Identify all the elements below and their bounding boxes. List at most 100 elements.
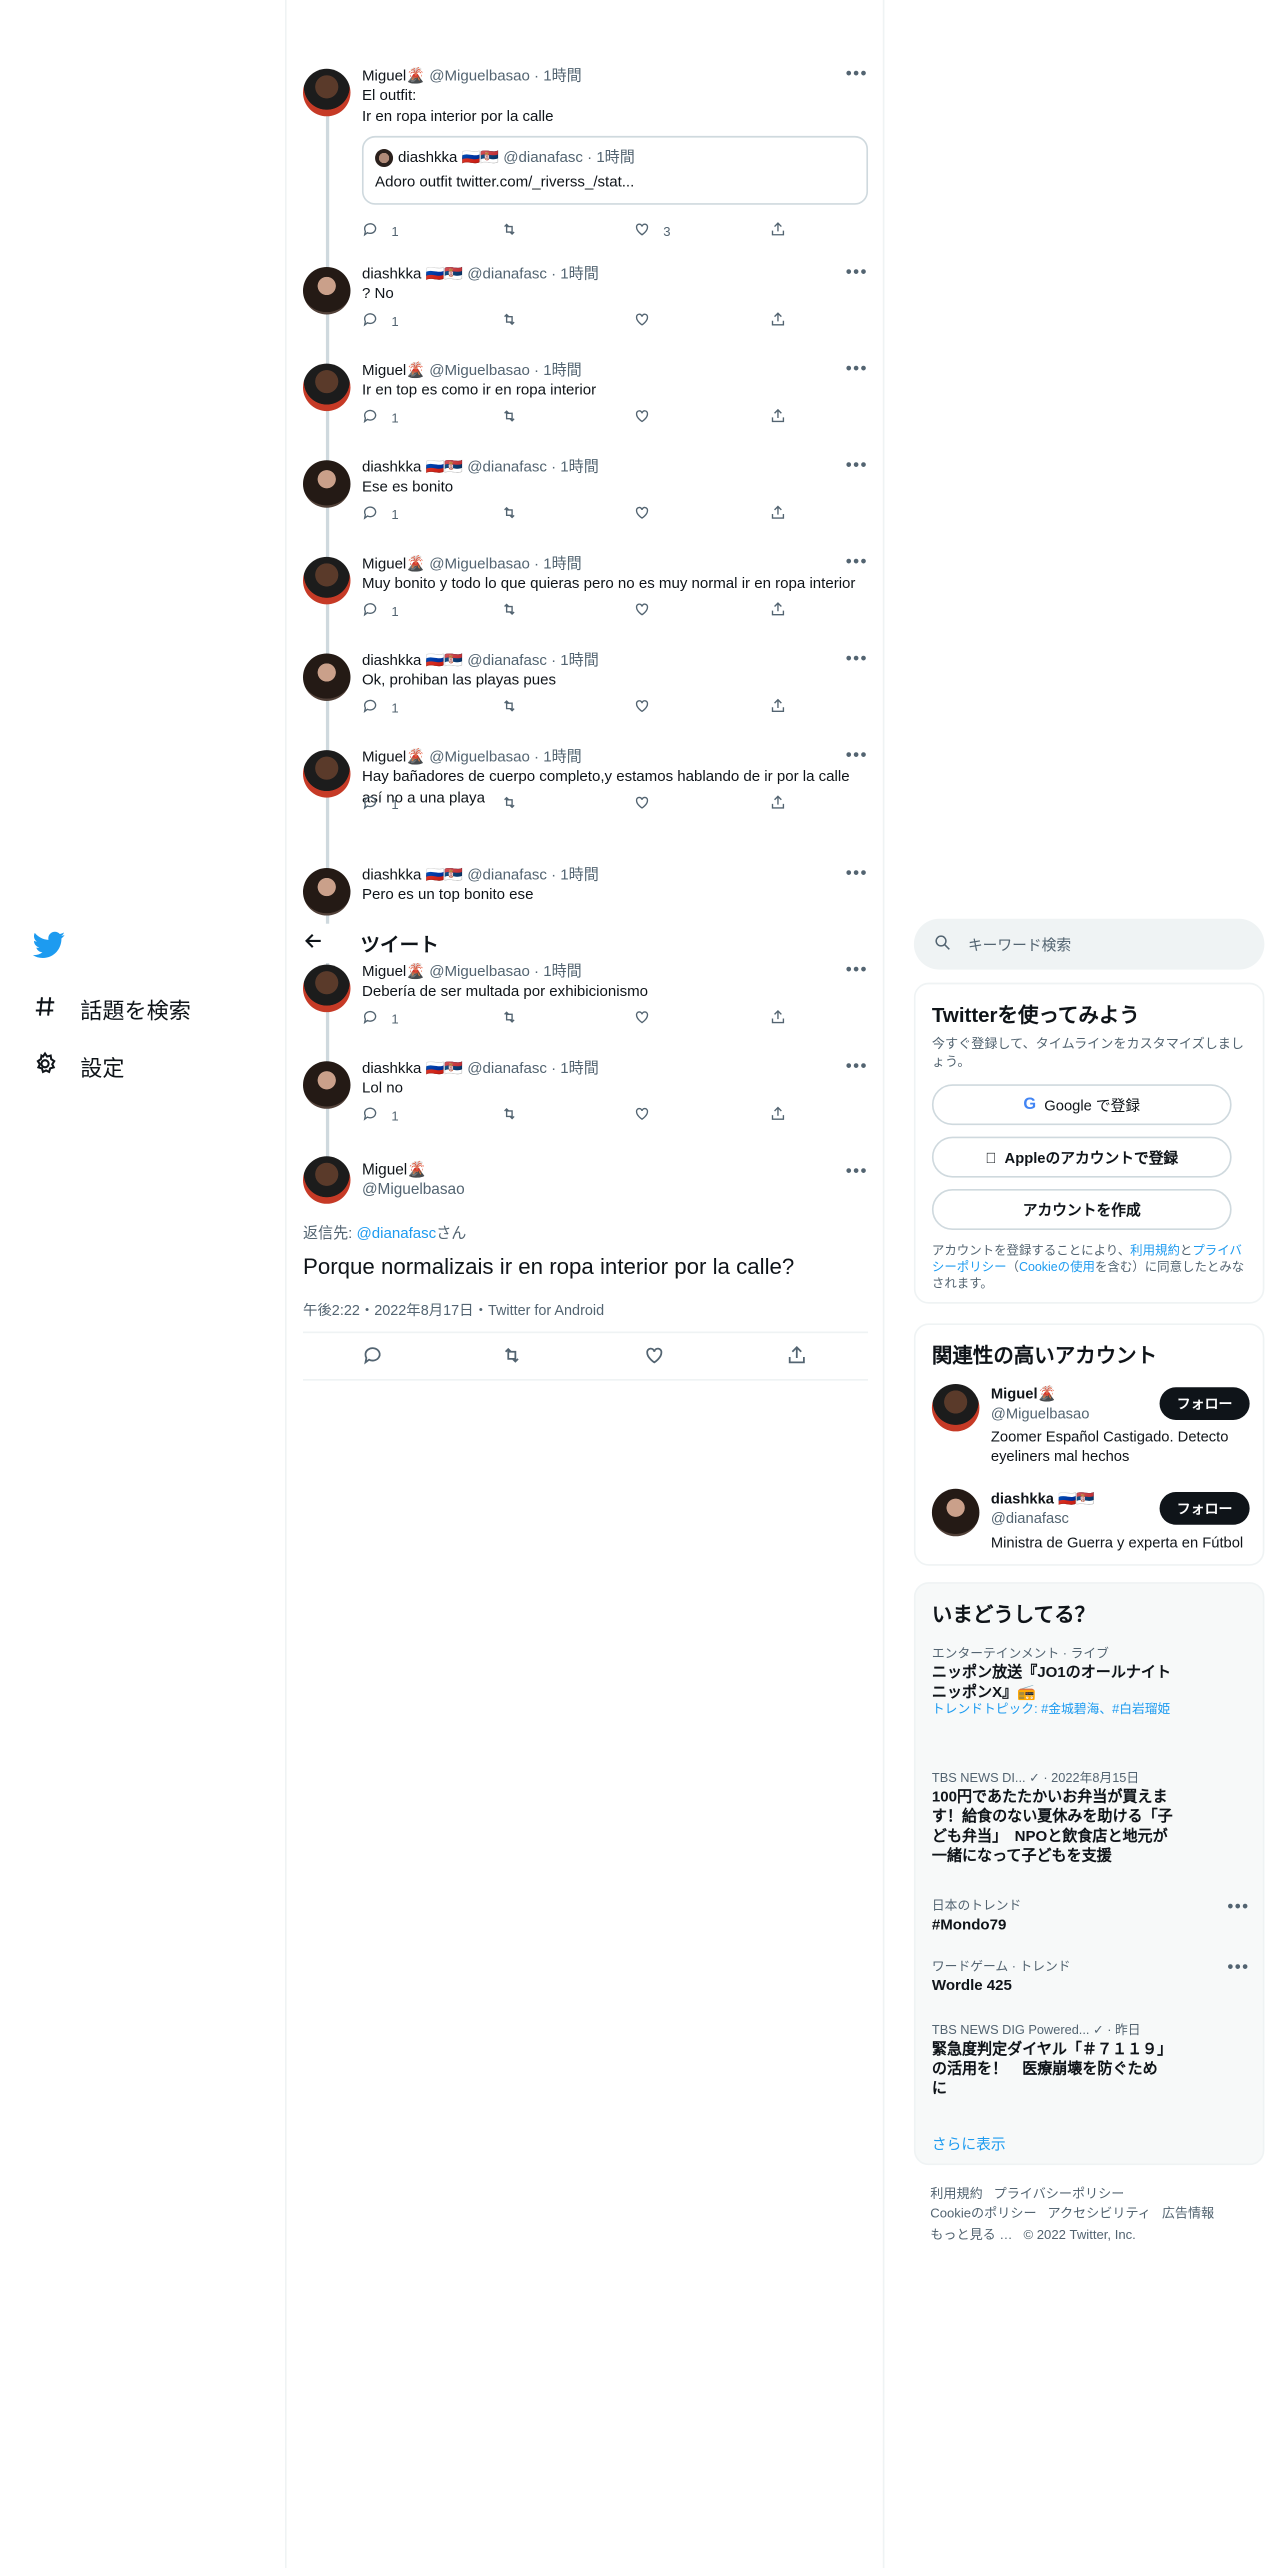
avatar[interactable] bbox=[302, 868, 351, 916]
twitter-logo-icon[interactable] bbox=[32, 929, 66, 962]
cookie-link[interactable]: Cookieの使用 bbox=[1019, 1259, 1095, 1274]
create-account-button[interactable]: アカウントを作成 bbox=[931, 1189, 1232, 1230]
footer-cookie[interactable]: Cookieのポリシー bbox=[930, 2207, 1036, 2222]
footer-accessibility[interactable]: アクセシビリティ bbox=[1048, 2207, 1151, 2222]
focus-handle[interactable]: @Miguelbasao bbox=[362, 1179, 465, 1199]
more-options-icon[interactable]: ••• bbox=[846, 650, 868, 668]
trend-item[interactable]: TBS NEWS DIG Powered... ✓ · 昨日 緊急度判定ダイヤル… bbox=[932, 2023, 1250, 2098]
tweet-handle[interactable]: @dianafasc bbox=[467, 459, 547, 475]
retweet-button[interactable] bbox=[501, 601, 517, 621]
more-options-icon[interactable]: ••• bbox=[846, 1058, 868, 1076]
like-button[interactable] bbox=[634, 408, 663, 428]
tweet-handle[interactable]: @dianafasc bbox=[467, 866, 547, 882]
reply-to-link[interactable]: @dianafasc bbox=[357, 1225, 437, 1241]
more-options-icon[interactable]: ••• bbox=[1228, 1898, 1250, 1916]
retweet-button[interactable] bbox=[501, 504, 517, 524]
more-options-icon[interactable]: ••• bbox=[846, 747, 868, 765]
trend-item[interactable]: TBS NEWS DI... ✓ · 2022年8月15日 100円であたたかい… bbox=[932, 1770, 1250, 1865]
reply-button[interactable]: 1 bbox=[362, 1009, 399, 1029]
tweet-author-name[interactable]: Miguel🌋 bbox=[362, 362, 425, 378]
avatar[interactable] bbox=[931, 1383, 980, 1432]
avatar[interactable] bbox=[302, 68, 351, 117]
more-options-icon[interactable]: ••• bbox=[846, 360, 868, 378]
avatar[interactable] bbox=[302, 556, 351, 605]
reply-button[interactable]: 1 bbox=[362, 221, 399, 241]
retweet-button[interactable] bbox=[501, 1009, 517, 1029]
share-button[interactable] bbox=[770, 601, 786, 621]
tweet-handle[interactable]: @dianafasc bbox=[467, 1060, 547, 1076]
like-button[interactable] bbox=[634, 794, 663, 814]
tweet-handle[interactable]: @dianafasc bbox=[467, 265, 547, 281]
tweet-author-name[interactable]: diashkka 🇷🇺🇷🇸 bbox=[362, 652, 463, 668]
nav-settings[interactable]: 設定 bbox=[33, 1050, 124, 1083]
reply-button[interactable]: 1 bbox=[362, 794, 399, 814]
like-button[interactable] bbox=[634, 1009, 663, 1029]
more-options-icon[interactable]: ••• bbox=[846, 66, 868, 84]
reply-button[interactable]: 1 bbox=[362, 601, 399, 621]
apple-signup-button[interactable]: Appleのアカウントで登録 bbox=[931, 1136, 1232, 1178]
avatar[interactable] bbox=[302, 653, 351, 701]
avatar[interactable] bbox=[302, 964, 351, 1013]
tweet-handle[interactable]: @Miguelbasao bbox=[429, 67, 530, 83]
more-options-icon[interactable]: ••• bbox=[846, 457, 868, 475]
tweet-author-name[interactable]: Miguel🌋 bbox=[362, 748, 425, 764]
tweet-author-name[interactable]: diashkka 🇷🇺🇷🇸 bbox=[362, 1060, 463, 1076]
tweet-author-name[interactable]: diashkka 🇷🇺🇷🇸 bbox=[362, 459, 463, 475]
share-button[interactable] bbox=[770, 504, 786, 524]
retweet-button[interactable] bbox=[501, 1106, 517, 1126]
reply-button[interactable]: 1 bbox=[362, 1106, 399, 1126]
retweet-button[interactable] bbox=[501, 221, 517, 241]
related-account[interactable]: diashkka 🇷🇺🇷🇸 @dianafasc Ministra de Gue… bbox=[931, 1488, 1250, 1558]
follow-button[interactable]: フォロー bbox=[1159, 1492, 1250, 1525]
share-button[interactable] bbox=[770, 1009, 786, 1029]
reply-button[interactable]: 1 bbox=[362, 408, 399, 428]
quoted-tweet[interactable]: diashkka 🇷🇺🇷🇸 @dianafasc · 1時間 Adoro out… bbox=[361, 135, 869, 205]
trend-topics[interactable]: トレンドトピック: #金城碧海、#白岩瑠姫 bbox=[932, 1702, 1178, 1718]
footer-ads[interactable]: 広告情報 bbox=[1162, 2207, 1214, 2222]
avatar[interactable] bbox=[302, 1156, 351, 1204]
tweet-author-name[interactable]: Miguel🌋 bbox=[362, 67, 425, 83]
more-options-icon[interactable]: ••• bbox=[846, 961, 868, 979]
like-button[interactable] bbox=[634, 504, 663, 524]
retweet-button[interactable] bbox=[501, 311, 517, 331]
follow-button[interactable]: フォロー bbox=[1159, 1387, 1250, 1420]
footer-more[interactable]: もっと見る … bbox=[930, 2227, 1012, 2242]
terms-link[interactable]: 利用規約 bbox=[1130, 1243, 1180, 1258]
google-signup-button[interactable]: G Google で登録 bbox=[931, 1084, 1232, 1126]
like-button[interactable] bbox=[634, 1106, 663, 1126]
focus-meta[interactable]: 午後2:22・2022年8月17日・Twitter for Android bbox=[303, 1299, 604, 1320]
avatar[interactable] bbox=[302, 266, 351, 315]
related-account[interactable]: Miguel🌋 @Miguelbasao Zoomer Español Cast… bbox=[931, 1383, 1250, 1476]
more-options-icon[interactable]: ••• bbox=[846, 865, 868, 883]
reply-button[interactable]: 1 bbox=[362, 504, 399, 524]
avatar[interactable] bbox=[302, 363, 351, 412]
trend-item[interactable]: ワードゲーム · トレンド Wordle 425 ••• bbox=[932, 1959, 1250, 1995]
tweet-handle[interactable]: @dianafasc bbox=[467, 652, 547, 668]
share-button[interactable] bbox=[770, 311, 786, 331]
tweet-time[interactable]: · 1時間 bbox=[551, 265, 599, 281]
avatar[interactable] bbox=[302, 460, 351, 508]
like-button[interactable] bbox=[634, 311, 663, 331]
tweet-time[interactable]: · 1時間 bbox=[534, 963, 582, 979]
share-button[interactable] bbox=[770, 408, 786, 428]
nav-explore[interactable]: 話題を検索 bbox=[33, 993, 191, 1026]
retweet-button[interactable] bbox=[501, 698, 517, 718]
more-options-icon[interactable]: ••• bbox=[846, 264, 868, 282]
avatar[interactable] bbox=[302, 1061, 351, 1109]
tweet-time[interactable]: · 1時間 bbox=[551, 866, 599, 882]
tweet-handle[interactable]: @Miguelbasao bbox=[429, 555, 530, 571]
like-button[interactable]: 3 bbox=[634, 221, 671, 241]
avatar[interactable] bbox=[302, 750, 351, 798]
like-button[interactable] bbox=[634, 698, 663, 718]
search-box[interactable]: キーワード検索 bbox=[913, 918, 1265, 970]
footer-terms[interactable]: 利用規約 bbox=[930, 2186, 982, 2201]
tweet-time[interactable]: · 1時間 bbox=[534, 748, 582, 764]
share-button[interactable] bbox=[770, 221, 786, 241]
trend-item[interactable]: エンターテインメント · ライブ ニッポン放送『JO1のオールナイトニッポンX』… bbox=[932, 1646, 1250, 1718]
reply-icon[interactable] bbox=[362, 1345, 383, 1374]
footer-privacy[interactable]: プライバシーポリシー bbox=[994, 2186, 1125, 2201]
avatar[interactable] bbox=[931, 1488, 980, 1537]
like-icon[interactable] bbox=[644, 1345, 665, 1374]
retweet-icon[interactable] bbox=[501, 1345, 522, 1374]
more-options-icon[interactable]: ••• bbox=[1228, 1959, 1250, 1977]
